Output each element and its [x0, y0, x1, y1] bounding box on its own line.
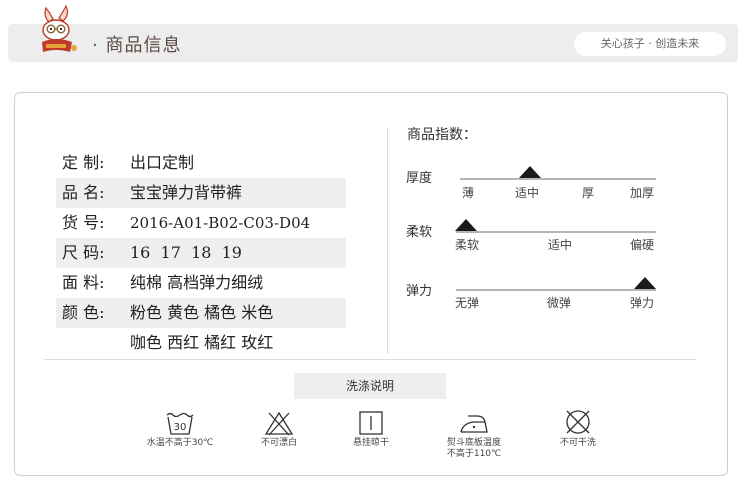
spec-label: 定 制: — [62, 153, 105, 172]
spec-value: 咖色 西红 橘红 玫红 — [130, 333, 274, 352]
care-item-wash: 30 水温不高于30℃ — [125, 410, 235, 449]
care-item-no-dry-clean: 不可干洗 — [523, 408, 633, 449]
spec-label: 货 号: — [62, 213, 105, 232]
scale-marker-thickness — [519, 166, 541, 178]
spec-row-color-cont: 咖色 西红 橘红 玫红 — [56, 328, 346, 358]
tick-label: 偏硬 — [630, 238, 655, 252]
bunny-mascot-icon — [42, 4, 77, 52]
tick-label: 无弹 — [455, 296, 480, 310]
tick-label: 弹力 — [630, 296, 655, 310]
care-text: 悬挂晾干 — [352, 438, 389, 448]
spec-row-color: 颜 色: 粉色 黄色 橘色 米色 — [56, 298, 346, 328]
spec-row-fabric: 面 料: 纯棉 高档弹力细绒 — [56, 268, 346, 298]
scale-label-thickness: 厚度 — [406, 171, 433, 186]
spec-row-custom: 定 制: 出口定制 — [56, 148, 346, 178]
spec-value: 宝宝弹力背带裤 — [130, 183, 243, 202]
tick-label: 柔软 — [455, 238, 480, 252]
index-title: 商品指数： — [407, 127, 477, 143]
tick-label: 厚 — [582, 186, 595, 200]
spec-row-size: 尺 码: 16 17 18 19 — [56, 238, 346, 268]
spec-row-name: 品 名: 宝宝弹力背带裤 — [56, 178, 346, 208]
tick-label: 薄 — [462, 186, 475, 200]
spec-label: 尺 码: — [62, 243, 105, 262]
tick-label: 加厚 — [630, 186, 655, 200]
scale-line-softness — [456, 231, 656, 233]
spec-label: 品 名: — [62, 183, 105, 202]
care-title: 洗涤说明 — [294, 373, 446, 399]
no-bleach-icon — [264, 411, 294, 436]
vertical-divider — [387, 128, 388, 354]
hang-dry-icon — [359, 411, 383, 435]
care-text: 不高于110℃ — [446, 449, 502, 459]
care-text: 熨斗底板温度 — [446, 438, 501, 448]
spec-label: 面 料: — [62, 273, 105, 292]
care-text: 水温不高于30℃ — [146, 438, 214, 448]
horizontal-divider — [44, 359, 696, 360]
iron-icon — [460, 415, 488, 433]
tick-label: 微弹 — [547, 296, 572, 310]
spec-value: 16 17 18 19 — [130, 243, 242, 262]
spec-value: 纯棉 高档弹力细绒 — [130, 273, 264, 292]
spec-value: 出口定制 — [130, 153, 195, 172]
spec-label: 颜 色: — [62, 303, 105, 322]
scale-label-softness: 柔软 — [406, 225, 433, 240]
scale-line-elasticity — [456, 289, 656, 291]
scale-marker-softness — [455, 219, 477, 231]
section-title: · 商品信息 — [92, 35, 182, 56]
care-item-iron: 熨斗底板温度 不高于110℃ — [419, 410, 529, 460]
spec-value: 2016-A01-B02-C03-D04 — [130, 214, 311, 232]
tick-label: 适中 — [548, 238, 573, 252]
tick-label: 适中 — [515, 186, 540, 200]
slogan-badge: 关心孩子 · 创造未来 — [574, 32, 726, 56]
scale-marker-elasticity — [634, 277, 656, 289]
scale-line-thickness — [460, 178, 656, 180]
care-item-hang-dry: 悬挂晾干 — [316, 410, 426, 449]
spec-value: 粉色 黄色 橘色 米色 — [130, 303, 274, 322]
care-text: 不可干洗 — [559, 438, 596, 448]
wash-temp-label: 30 — [174, 422, 187, 433]
spec-row-sku: 货 号: 2016-A01-B02-C03-D04 — [56, 208, 346, 238]
scale-label-elasticity: 弹力 — [406, 284, 433, 299]
wash-30-icon: 30 — [166, 412, 194, 435]
no-dry-clean-icon — [566, 410, 590, 434]
